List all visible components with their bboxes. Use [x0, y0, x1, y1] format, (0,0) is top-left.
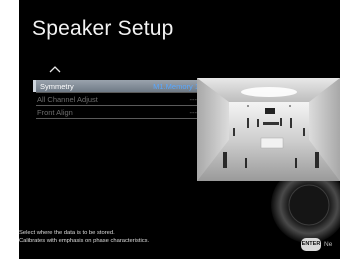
enter-button[interactable]: ENTER	[301, 238, 321, 251]
menu-item-value: ---	[189, 94, 198, 104]
menu-item-front-align[interactable]: Front Align ---	[33, 106, 209, 118]
settings-menu: Symmetry M1.Memory 1 All Channel Adjust …	[33, 80, 209, 119]
menu-item-label: All Channel Adjust	[37, 94, 98, 104]
divider	[36, 118, 209, 119]
menu-item-label: Front Align	[37, 107, 73, 117]
menu-item-all-channel-adjust[interactable]: All Channel Adjust ---	[33, 93, 209, 105]
help-text: Select where the data is to be stored. C…	[19, 229, 149, 245]
chevron-up-icon[interactable]	[49, 64, 61, 74]
help-text-line: Calibrates with emphasis on phase charac…	[19, 238, 150, 244]
help-text-line: Select where the data is to be stored.	[19, 230, 115, 236]
enter-button-label: Ne	[324, 241, 333, 248]
page-title: Speaker Setup	[32, 17, 174, 40]
menu-item-value: ---	[189, 107, 198, 117]
speaker-setup-screen: Speaker Setup Symmetry M1.Memory 1 All C…	[19, 0, 340, 259]
menu-item-value: M1.Memory 1	[153, 81, 199, 91]
menu-item-symmetry[interactable]: Symmetry M1.Memory 1	[33, 80, 209, 92]
menu-item-label: Symmetry	[40, 81, 74, 91]
room-illustration	[197, 78, 340, 181]
